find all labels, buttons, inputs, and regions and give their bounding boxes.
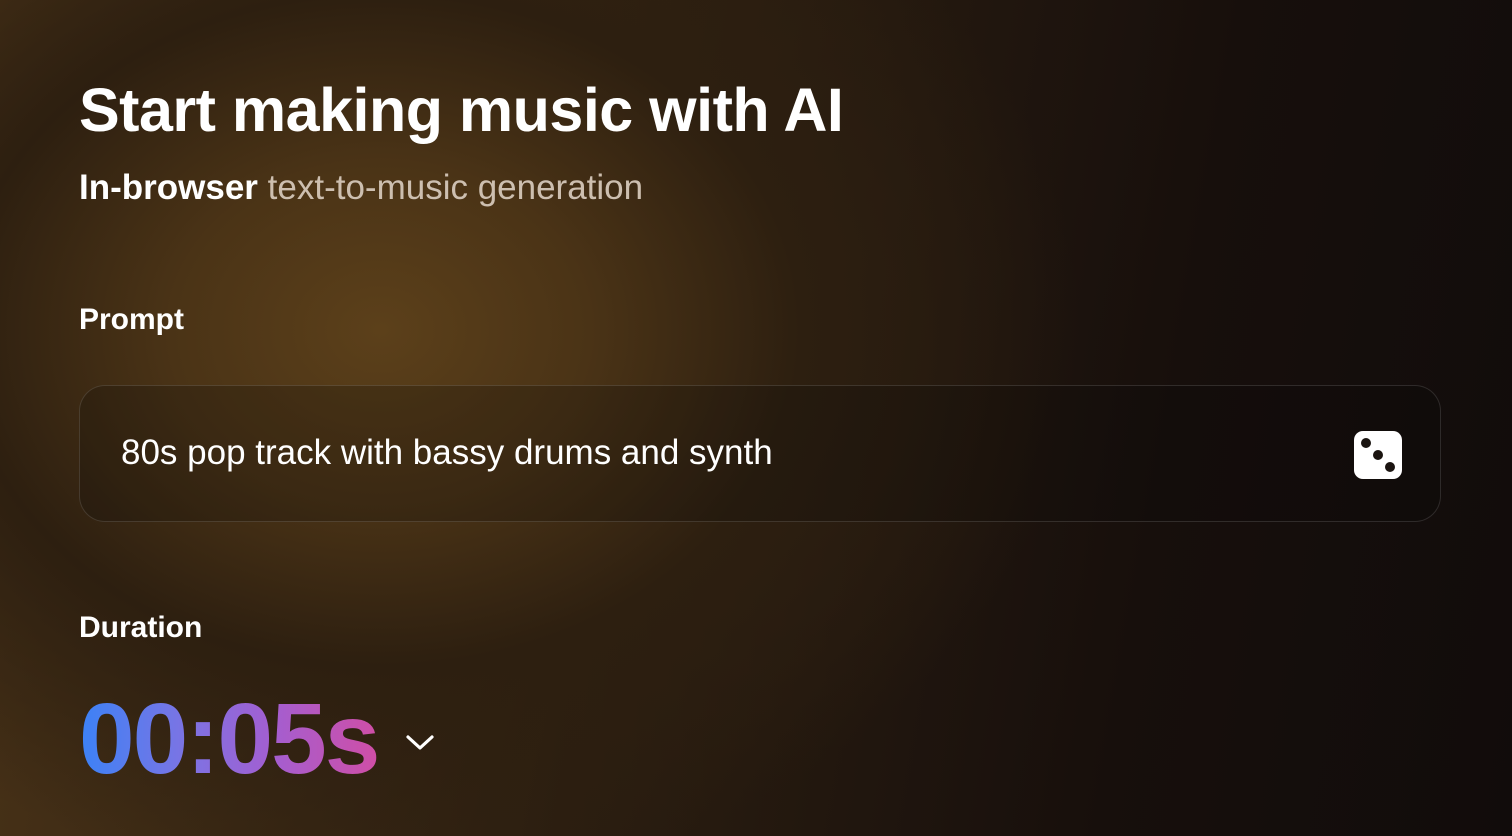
subtitle-description: text-to-music generation	[267, 168, 644, 207]
prompt-input[interactable]	[121, 430, 1301, 476]
dice-icon	[1354, 431, 1402, 479]
prompt-label: Prompt	[79, 303, 184, 336]
randomize-prompt-button[interactable]	[1353, 430, 1403, 480]
page-title: Start making music with AI	[79, 76, 844, 144]
prompt-field	[79, 385, 1441, 522]
page-subtitle: In-browser text-to-music generation	[79, 166, 643, 210]
duration-selector[interactable]: 00:05s	[79, 684, 436, 794]
duration-value[interactable]: 00:05s	[79, 684, 380, 794]
chevron-down-icon	[406, 735, 434, 750]
subtitle-highlight: In-browser	[79, 168, 258, 207]
duration-label: Duration	[79, 611, 203, 644]
duration-dropdown-button[interactable]	[404, 726, 436, 758]
